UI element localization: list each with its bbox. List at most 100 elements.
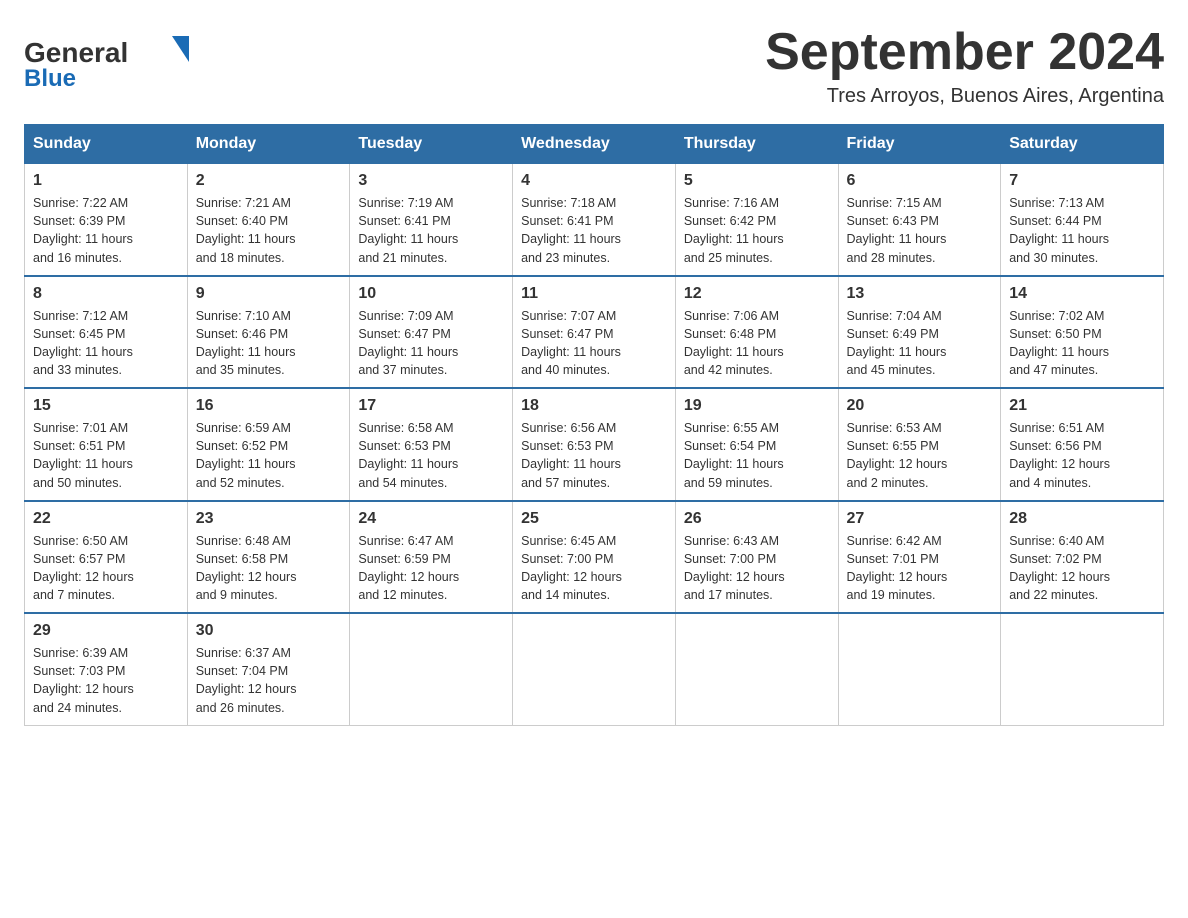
calendar-day-cell: 22 Sunrise: 6:50 AMSunset: 6:57 PMDayligh…	[25, 501, 188, 614]
calendar-day-cell: 4 Sunrise: 7:18 AMSunset: 6:41 PMDaylight…	[513, 164, 676, 276]
day-info: Sunrise: 6:56 AMSunset: 6:53 PMDaylight:…	[521, 419, 667, 492]
calendar-day-cell: 8Sunrise: 7:12 AMSunset: 6:45 PMDaylight…	[25, 276, 188, 389]
day-info: Sunrise: 6:40 AMSunset: 7:02 PMDaylight:…	[1009, 532, 1155, 605]
calendar-day-cell: 27 Sunrise: 6:42 AMSunset: 7:01 PMDayligh…	[838, 501, 1001, 614]
day-info: Sunrise: 7:19 AMSunset: 6:41 PMDaylight:…	[358, 194, 504, 267]
day-number: 24	[358, 510, 504, 528]
day-number: 26	[684, 510, 830, 528]
calendar-day-cell: 16 Sunrise: 6:59 AMSunset: 6:52 PMDayligh…	[187, 388, 350, 501]
day-number: 7	[1009, 172, 1155, 190]
day-number: 19	[684, 397, 830, 415]
day-number: 17	[358, 397, 504, 415]
weekday-header-tuesday: Tuesday	[350, 125, 513, 164]
calendar-day-cell: 7 Sunrise: 7:13 AMSunset: 6:44 PMDaylight…	[1001, 164, 1164, 276]
day-info: Sunrise: 7:01 AMSunset: 6:51 PMDaylight:…	[33, 419, 179, 492]
empty-day-cell	[350, 613, 513, 725]
day-number: 12	[684, 285, 830, 303]
day-info: Sunrise: 7:12 AMSunset: 6:45 PMDaylight:…	[33, 307, 179, 380]
day-number: 28	[1009, 510, 1155, 528]
empty-day-cell	[675, 613, 838, 725]
day-number: 11	[521, 285, 667, 303]
day-info: Sunrise: 6:43 AMSunset: 7:00 PMDaylight:…	[684, 532, 830, 605]
weekday-header-sunday: Sunday	[25, 125, 188, 164]
day-info: Sunrise: 6:42 AMSunset: 7:01 PMDaylight:…	[847, 532, 993, 605]
calendar-day-cell: 19 Sunrise: 6:55 AMSunset: 6:54 PMDayligh…	[675, 388, 838, 501]
day-info: Sunrise: 6:47 AMSunset: 6:59 PMDaylight:…	[358, 532, 504, 605]
weekday-header-saturday: Saturday	[1001, 125, 1164, 164]
day-info: Sunrise: 7:21 AMSunset: 6:40 PMDaylight:…	[196, 194, 342, 267]
calendar-week-row: 29Sunrise: 6:39 AMSunset: 7:03 PMDayligh…	[25, 613, 1164, 725]
calendar-day-cell: 5 Sunrise: 7:16 AMSunset: 6:42 PMDaylight…	[675, 164, 838, 276]
day-number: 9	[196, 285, 342, 303]
calendar-week-row: 22 Sunrise: 6:50 AMSunset: 6:57 PMDayligh…	[25, 501, 1164, 614]
day-number: 21	[1009, 397, 1155, 415]
weekday-header-monday: Monday	[187, 125, 350, 164]
calendar-week-row: 15 Sunrise: 7:01 AMSunset: 6:51 PMDayligh…	[25, 388, 1164, 501]
day-number: 20	[847, 397, 993, 415]
calendar-day-cell: 20 Sunrise: 6:53 AMSunset: 6:55 PMDayligh…	[838, 388, 1001, 501]
calendar-day-cell: 13Sunrise: 7:04 AMSunset: 6:49 PMDayligh…	[838, 276, 1001, 389]
day-number: 5	[684, 172, 830, 190]
weekday-header-thursday: Thursday	[675, 125, 838, 164]
day-info: Sunrise: 6:53 AMSunset: 6:55 PMDaylight:…	[847, 419, 993, 492]
day-info: Sunrise: 7:13 AMSunset: 6:44 PMDaylight:…	[1009, 194, 1155, 267]
day-info: Sunrise: 7:09 AMSunset: 6:47 PMDaylight:…	[358, 307, 504, 380]
calendar-day-cell: 18 Sunrise: 6:56 AMSunset: 6:53 PMDayligh…	[513, 388, 676, 501]
calendar-day-cell: 24 Sunrise: 6:47 AMSunset: 6:59 PMDayligh…	[350, 501, 513, 614]
day-number: 23	[196, 510, 342, 528]
calendar-week-row: 1 Sunrise: 7:22 AMSunset: 6:39 PMDaylight…	[25, 164, 1164, 276]
day-number: 16	[196, 397, 342, 415]
calendar-day-cell: 9 Sunrise: 7:10 AMSunset: 6:46 PMDaylight…	[187, 276, 350, 389]
day-info: Sunrise: 6:37 AMSunset: 7:04 PMDaylight:…	[196, 644, 342, 717]
day-info: Sunrise: 7:07 AMSunset: 6:47 PMDaylight:…	[521, 307, 667, 380]
title-block: September 2024 Tres Arroyos, Buenos Aire…	[765, 24, 1164, 108]
calendar-day-cell: 29Sunrise: 6:39 AMSunset: 7:03 PMDayligh…	[25, 613, 188, 725]
calendar-day-cell: 11 Sunrise: 7:07 AMSunset: 6:47 PMDayligh…	[513, 276, 676, 389]
day-number: 27	[847, 510, 993, 528]
day-number: 6	[847, 172, 993, 190]
day-info: Sunrise: 7:06 AMSunset: 6:48 PMDaylight:…	[684, 307, 830, 380]
calendar-day-cell: 23 Sunrise: 6:48 AMSunset: 6:58 PMDayligh…	[187, 501, 350, 614]
day-info: Sunrise: 6:50 AMSunset: 6:57 PMDaylight:…	[33, 532, 179, 605]
calendar-day-cell: 12 Sunrise: 7:06 AMSunset: 6:48 PMDayligh…	[675, 276, 838, 389]
day-info: Sunrise: 6:59 AMSunset: 6:52 PMDaylight:…	[196, 419, 342, 492]
calendar-day-cell: 15 Sunrise: 7:01 AMSunset: 6:51 PMDayligh…	[25, 388, 188, 501]
day-number: 14	[1009, 285, 1155, 303]
day-info: Sunrise: 6:48 AMSunset: 6:58 PMDaylight:…	[196, 532, 342, 605]
calendar-day-cell: 14Sunrise: 7:02 AMSunset: 6:50 PMDayligh…	[1001, 276, 1164, 389]
empty-day-cell	[1001, 613, 1164, 725]
calendar-day-cell: 30 Sunrise: 6:37 AMSunset: 7:04 PMDayligh…	[187, 613, 350, 725]
day-info: Sunrise: 7:18 AMSunset: 6:41 PMDaylight:…	[521, 194, 667, 267]
day-number: 22	[33, 510, 179, 528]
calendar-day-cell: 28 Sunrise: 6:40 AMSunset: 7:02 PMDayligh…	[1001, 501, 1164, 614]
day-number: 25	[521, 510, 667, 528]
calendar-day-cell: 26 Sunrise: 6:43 AMSunset: 7:00 PMDayligh…	[675, 501, 838, 614]
day-info: Sunrise: 7:22 AMSunset: 6:39 PMDaylight:…	[33, 194, 179, 267]
day-number: 30	[196, 622, 342, 640]
day-info: Sunrise: 6:45 AMSunset: 7:00 PMDaylight:…	[521, 532, 667, 605]
calendar-day-cell: 2Sunrise: 7:21 AMSunset: 6:40 PMDaylight…	[187, 164, 350, 276]
calendar-day-cell: 3 Sunrise: 7:19 AMSunset: 6:41 PMDaylight…	[350, 164, 513, 276]
calendar-day-cell: 21 Sunrise: 6:51 AMSunset: 6:56 PMDayligh…	[1001, 388, 1164, 501]
day-info: Sunrise: 7:16 AMSunset: 6:42 PMDaylight:…	[684, 194, 830, 267]
day-info: Sunrise: 6:39 AMSunset: 7:03 PMDaylight:…	[33, 644, 179, 717]
day-number: 3	[358, 172, 504, 190]
calendar-day-cell: 25 Sunrise: 6:45 AMSunset: 7:00 PMDayligh…	[513, 501, 676, 614]
empty-day-cell	[513, 613, 676, 725]
calendar-day-cell: 6 Sunrise: 7:15 AMSunset: 6:43 PMDaylight…	[838, 164, 1001, 276]
day-info: Sunrise: 6:51 AMSunset: 6:56 PMDaylight:…	[1009, 419, 1155, 492]
day-info: Sunrise: 6:55 AMSunset: 6:54 PMDaylight:…	[684, 419, 830, 492]
day-number: 1	[33, 172, 179, 190]
location-title: Tres Arroyos, Buenos Aires, Argentina	[765, 85, 1164, 108]
day-number: 10	[358, 285, 504, 303]
weekday-header-row: SundayMondayTuesdayWednesdayThursdayFrid…	[25, 125, 1164, 164]
month-title: September 2024	[765, 24, 1164, 81]
calendar-day-cell: 10 Sunrise: 7:09 AMSunset: 6:47 PMDayligh…	[350, 276, 513, 389]
page-header: General Blue September 2024 Tres Arroyos…	[24, 24, 1164, 108]
day-number: 18	[521, 397, 667, 415]
day-info: Sunrise: 7:15 AMSunset: 6:43 PMDaylight:…	[847, 194, 993, 267]
day-number: 15	[33, 397, 179, 415]
logo-svg: General Blue	[24, 24, 194, 94]
day-info: Sunrise: 7:10 AMSunset: 6:46 PMDaylight:…	[196, 307, 342, 380]
day-number: 4	[521, 172, 667, 190]
